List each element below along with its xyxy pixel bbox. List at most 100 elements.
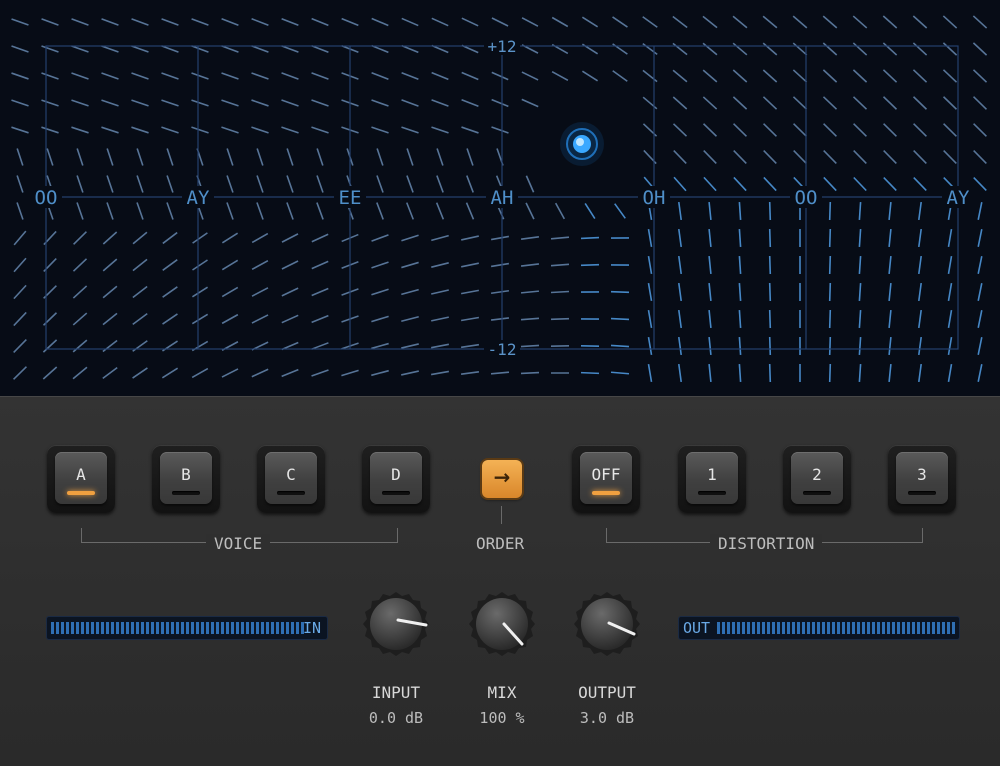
- meter-segment: [51, 622, 54, 634]
- field-stroke: [252, 315, 268, 323]
- meter-segment: [206, 622, 209, 634]
- distortion-button-3[interactable]: 3: [888, 445, 956, 513]
- meter-segment: [276, 622, 279, 634]
- field-stroke: [41, 73, 58, 79]
- field-stroke: [17, 148, 23, 165]
- field-stroke: [132, 73, 149, 79]
- field-stroke: [287, 148, 293, 165]
- meter-segment: [782, 622, 785, 634]
- field-stroke: [770, 256, 771, 274]
- distortion-button-1[interactable]: 1: [678, 445, 746, 513]
- voice-button-c[interactable]: C: [257, 445, 325, 513]
- field-stroke: [132, 46, 149, 52]
- field-stroke: [73, 313, 86, 325]
- meter-segment: [787, 622, 790, 634]
- field-stroke: [191, 100, 208, 106]
- meter-in-label: IN: [303, 619, 321, 637]
- meter-segment: [802, 622, 805, 634]
- meter-segment: [812, 622, 815, 634]
- input-knob-label: INPUT: [336, 683, 456, 702]
- field-stroke: [914, 97, 927, 109]
- meter-segment: [717, 622, 720, 634]
- distortion-button-label: 1: [686, 465, 738, 484]
- field-stroke: [432, 18, 448, 25]
- meter-segment: [106, 622, 109, 634]
- field-stroke: [372, 46, 389, 53]
- field-stroke: [133, 341, 148, 351]
- field-stroke: [371, 289, 388, 295]
- voice-button-b[interactable]: B: [152, 445, 220, 513]
- field-stroke: [71, 127, 88, 133]
- field-stroke: [162, 368, 177, 378]
- field-stroke: [889, 283, 891, 301]
- field-stroke: [163, 287, 178, 297]
- field-stroke: [556, 203, 565, 219]
- meter-segment: [842, 622, 845, 634]
- field-stroke: [287, 203, 293, 220]
- field-stroke: [679, 310, 681, 328]
- field-stroke: [823, 43, 836, 55]
- meter-segment: [296, 622, 299, 634]
- field-stroke: [794, 151, 807, 164]
- field-stroke: [734, 124, 747, 137]
- field-stroke: [107, 175, 113, 192]
- field-stroke: [883, 16, 896, 28]
- led-indicator: [908, 491, 936, 495]
- field-stroke: [830, 256, 831, 274]
- meter-segment: [241, 622, 244, 634]
- field-stroke: [974, 97, 987, 110]
- field-stroke: [77, 175, 83, 192]
- mix-knob[interactable]: [468, 590, 536, 658]
- voice-button-a[interactable]: A: [47, 445, 115, 513]
- field-stroke: [978, 310, 982, 328]
- meter-segment: [727, 622, 730, 634]
- field-stroke: [402, 100, 419, 106]
- field-stroke: [674, 177, 686, 190]
- vowel-label-oo-2: OO: [795, 187, 818, 209]
- vowel-display[interactable]: OO AY EE AH OH OO AY +12 -12: [0, 0, 1000, 396]
- voice-button-d[interactable]: D: [362, 445, 430, 513]
- key-cap: B: [160, 452, 212, 504]
- field-stroke: [14, 340, 27, 353]
- field-stroke: [17, 202, 23, 219]
- vowel-field-graphic[interactable]: OO AY EE AH OH OO AY +12 -12: [0, 0, 1000, 396]
- field-stroke: [437, 203, 444, 220]
- field-stroke: [491, 264, 509, 267]
- field-stroke: [859, 364, 860, 382]
- db-bottom-label: -12: [488, 340, 517, 359]
- vowel-position-handle[interactable]: [560, 122, 604, 166]
- meter-segment: [71, 622, 74, 634]
- meter-segment: [66, 622, 69, 634]
- field-stroke: [11, 73, 28, 79]
- field-stroke: [704, 151, 717, 164]
- field-stroke: [551, 292, 569, 293]
- meter-segment: [772, 622, 775, 634]
- field-stroke: [431, 127, 448, 133]
- field-stroke: [193, 233, 208, 243]
- field-stroke: [431, 371, 449, 374]
- field-stroke: [252, 261, 268, 270]
- field-stroke: [649, 229, 652, 247]
- order-button[interactable]: →: [482, 460, 522, 498]
- voice-group-label: VOICE: [206, 534, 270, 553]
- meter-segment: [231, 622, 234, 634]
- output-knob[interactable]: [573, 590, 641, 658]
- field-stroke: [467, 203, 474, 220]
- field-stroke: [521, 345, 539, 346]
- distortion-button-off[interactable]: OFF: [572, 445, 640, 513]
- meter-segment: [281, 622, 284, 634]
- distortion-button-2[interactable]: 2: [783, 445, 851, 513]
- meter-segment: [947, 622, 950, 634]
- field-stroke: [192, 314, 207, 323]
- meter-segment: [76, 622, 79, 634]
- voice-button-label: C: [265, 465, 317, 484]
- field-stroke: [103, 313, 117, 324]
- field-stroke: [522, 99, 538, 106]
- field-stroke: [312, 19, 329, 26]
- field-stroke: [611, 345, 629, 346]
- meter-segment: [862, 622, 865, 634]
- field-stroke: [949, 364, 952, 382]
- input-knob[interactable]: [362, 590, 430, 658]
- meter-segment: [271, 622, 274, 634]
- field-stroke: [884, 124, 897, 137]
